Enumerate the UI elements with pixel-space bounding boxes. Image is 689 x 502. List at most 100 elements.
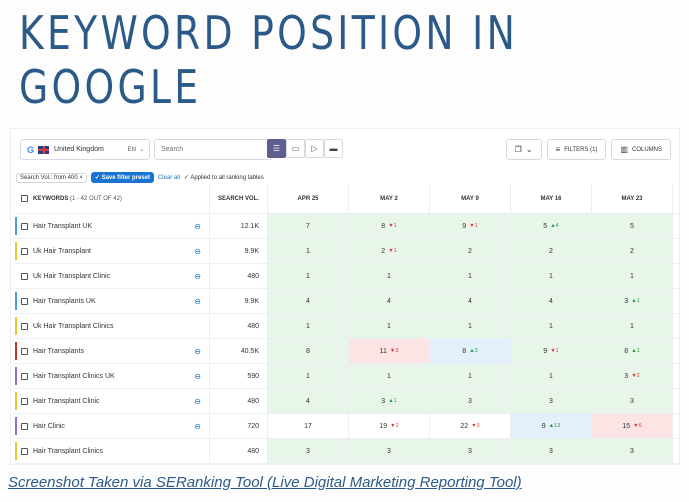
caption-link[interactable]: Screenshot Taken via SERanking Tool (Liv… [8,474,522,491]
position-cell[interactable]: 4 [268,389,349,413]
position-cell[interactable]: 3 [349,439,430,463]
position-cell[interactable]: 8 [268,339,349,363]
date-header[interactable]: MAY 23 [592,184,673,213]
position-cell[interactable]: 1 [268,264,349,288]
keyword-label[interactable]: Hair Transplant Clinics [33,448,209,455]
table-row[interactable]: Uk Hair Transplant Clinics 480 1 1 1 1 1 [15,314,679,339]
date-header[interactable]: MAY 9 [430,184,511,213]
keyword-label[interactable]: Hair Clinic [33,423,194,430]
position-cell[interactable]: 3 ▲1 [592,289,673,313]
filter-chip[interactable]: Search Vol.: from 400 × [16,172,87,183]
keyword-label[interactable]: Hair Transplant Clinic [33,398,194,405]
row-checkbox[interactable] [21,347,28,355]
row-checkbox[interactable] [21,222,28,230]
position-cell[interactable]: 11 ▼3 [349,339,430,363]
position-cell[interactable]: 2 [430,239,511,263]
row-checkbox[interactable] [21,397,28,405]
date-header[interactable]: MAY 2 [349,184,430,213]
position-cell[interactable]: 4 [349,289,430,313]
close-icon[interactable]: × [79,175,83,181]
date-header[interactable]: MAY 16 [511,184,592,213]
position-cell[interactable]: 1 [430,314,511,338]
table-row[interactable]: Hair Transplants UK ⊖ 9.9K 4 4 4 4 3 ▲1 [15,289,679,314]
save-filter-button[interactable]: ✓ Save filter preset [90,172,154,183]
position-cell[interactable]: 2 [592,239,673,263]
list-view-icon[interactable]: ☰ [267,139,286,158]
position-cell[interactable]: 5 [592,214,673,238]
position-cell[interactable]: 3 [511,389,592,413]
position-cell[interactable]: 7 [268,214,349,238]
row-checkbox[interactable] [21,247,28,255]
link-icon[interactable]: ⊖ [194,247,201,256]
position-cell[interactable]: 9 ▲13 [511,414,592,438]
position-cell[interactable]: 1 [511,314,592,338]
position-cell[interactable]: 2 ▼1 [349,239,430,263]
date-header[interactable]: APR 25 [268,184,349,213]
position-cell[interactable]: 9 ▼1 [430,214,511,238]
table-row[interactable]: Hair Clinic ⊖ 720 17 19 ▼2 22 ▼3 9 ▲13 15 ▼6 [15,414,679,439]
search-input[interactable] [154,139,273,160]
position-cell[interactable]: 4 [511,289,592,313]
position-cell[interactable]: 9 ▼1 [511,339,592,363]
position-cell[interactable]: 3 [511,439,592,463]
position-cell[interactable]: 1 [349,364,430,388]
position-cell[interactable]: 19 ▼2 [349,414,430,438]
position-cell[interactable]: 1 [430,264,511,288]
keyword-label[interactable]: Hair Transplants UK [33,298,194,305]
keyword-label[interactable]: Hair Transplant Clinics UK [33,373,194,380]
row-checkbox[interactable] [21,422,28,430]
position-cell[interactable]: 8 ▲1 [592,339,673,363]
position-cell[interactable]: 22 ▼3 [430,414,511,438]
keyword-label[interactable]: Uk Hair Transplant [33,248,194,255]
position-cell[interactable]: 8 ▼1 [349,214,430,238]
position-cell[interactable]: 1 [349,264,430,288]
position-cell[interactable]: 1 [592,264,673,288]
position-cell[interactable]: 3 ▲1 [349,389,430,413]
folder-icon[interactable]: ▭ [286,139,305,158]
link-icon[interactable]: ⊖ [194,397,201,406]
link-icon[interactable]: ⊖ [194,272,201,281]
position-cell[interactable]: 3 ▼2 [592,364,673,388]
clear-all-link[interactable]: Clear all [158,175,180,181]
position-cell[interactable]: 4 [430,289,511,313]
position-cell[interactable]: 15 ▼6 [592,414,673,438]
search-volume-header[interactable]: SEARCH VOL. [210,184,268,213]
position-cell[interactable]: 1 [349,314,430,338]
position-cell[interactable]: 3 [430,439,511,463]
folder-filled-icon[interactable]: ▬ [324,139,343,158]
position-cell[interactable]: 3 [430,389,511,413]
row-checkbox[interactable] [21,297,28,305]
keywords-header[interactable]: KEYWORDS (1 - 42 OUT OF 42) [15,184,210,213]
position-cell[interactable]: 1 [511,364,592,388]
applied-note[interactable]: ✓ Applied to all ranking tables [184,174,264,181]
position-cell[interactable]: 17 [268,414,349,438]
columns-button[interactable]: ▥ COLUMNS [611,139,671,160]
position-cell[interactable]: 8 ▲3 [430,339,511,363]
position-cell[interactable]: 1 [430,364,511,388]
position-cell[interactable]: 3 [592,389,673,413]
link-icon[interactable]: ⊖ [194,222,201,231]
link-icon[interactable]: ⊖ [194,297,201,306]
copy-button[interactable]: ❐ ⌄ [505,139,542,160]
position-cell[interactable]: 1 [268,239,349,263]
keyword-label[interactable]: Hair Transplants [33,348,194,355]
position-cell[interactable]: 2 [511,239,592,263]
row-checkbox[interactable] [21,372,28,380]
keyword-label[interactable]: Hair Transplant UK [33,223,194,230]
link-icon[interactable]: ⊖ [194,372,201,381]
table-row[interactable]: Hair Transplant Clinics 480 3 3 3 3 3 [15,439,679,464]
tag-icon[interactable]: ▷ [305,139,324,158]
position-cell[interactable]: 1 [592,314,673,338]
position-cell[interactable]: 3 [592,439,673,463]
row-checkbox[interactable] [21,322,28,330]
link-icon[interactable]: ⊖ [194,422,201,431]
position-cell[interactable]: 1 [511,264,592,288]
keyword-label[interactable]: Uk Hair Transplant Clinics [33,323,209,330]
region-selector[interactable]: G United Kingdom EN ⌄ [20,139,150,160]
filters-button[interactable]: ≡ FILTERS (1) [546,139,607,160]
row-checkbox[interactable] [21,272,28,280]
table-row[interactable]: Uk Hair Transplant ⊖ 9.9K 1 2 ▼1 2 2 2 [15,239,679,264]
table-row[interactable]: Hair Transplants ⊖ 40.5K 8 11 ▼3 8 ▲3 9 ▼1 8 ▲1 [15,339,679,364]
table-row[interactable]: Hair Transplant UK ⊖ 12.1K 7 8 ▼1 9 ▼1 5 ▲4 5 [15,214,679,239]
position-cell[interactable]: 1 [268,314,349,338]
